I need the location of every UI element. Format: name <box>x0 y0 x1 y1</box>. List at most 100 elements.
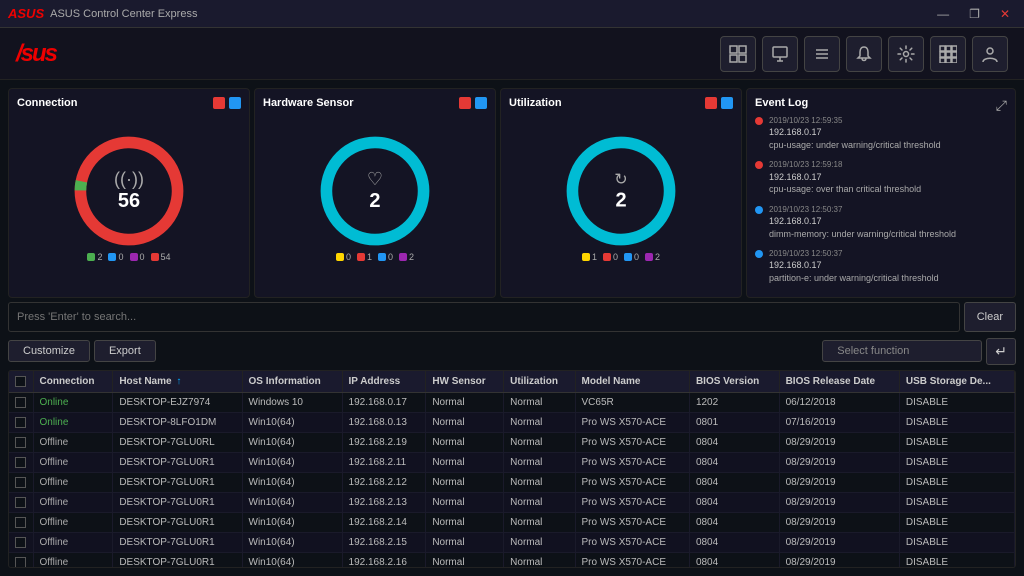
row-checkbox-cell[interactable] <box>9 513 33 533</box>
minimize-button[interactable]: — <box>931 5 955 23</box>
table-cell: Pro WS X570-ACE <box>575 433 689 453</box>
row-checkbox-cell[interactable] <box>9 413 33 433</box>
table-cell: Offline <box>33 453 113 473</box>
connection-status: Offline <box>40 437 69 448</box>
table-cell: Normal <box>426 513 504 533</box>
row-checkbox[interactable] <box>15 517 26 528</box>
col-ip[interactable]: IP Address <box>342 371 426 393</box>
table-cell: DESKTOP-7GLU0R1 <box>113 473 242 493</box>
col-utilization[interactable]: Utilization <box>504 371 575 393</box>
expand-icon[interactable]: ⤢ <box>996 97 1007 114</box>
table-cell: DISABLE <box>899 453 1014 473</box>
table-cell: DESKTOP-7GLU0R1 <box>113 453 242 473</box>
connection-center: ((·)) 56 <box>114 169 144 213</box>
table-cell: DISABLE <box>899 473 1014 493</box>
row-checkbox-cell[interactable] <box>9 533 33 553</box>
event-msg-2: dimm-memory: under warning/critical thre… <box>769 228 956 241</box>
user-icon[interactable] <box>972 36 1008 72</box>
connection-icon-1[interactable] <box>213 97 225 109</box>
col-hostname[interactable]: Host Name ↑ <box>113 371 242 393</box>
col-model[interactable]: Model Name <box>575 371 689 393</box>
col-hwsensor[interactable]: HW Sensor <box>426 371 504 393</box>
row-checkbox[interactable] <box>15 497 26 508</box>
col-bios-date[interactable]: BIOS Release Date <box>779 371 899 393</box>
hw-icon-2[interactable] <box>475 97 487 109</box>
table-cell: DESKTOP-7GLU0R1 <box>113 513 242 533</box>
maximize-button[interactable]: ❐ <box>963 5 986 23</box>
table-cell: 0804 <box>689 453 779 473</box>
settings-icon[interactable] <box>888 36 924 72</box>
hw-legend-red-label: 1 <box>367 252 372 262</box>
row-checkbox[interactable] <box>15 437 26 448</box>
table-cell: DISABLE <box>899 513 1014 533</box>
row-checkbox-cell[interactable] <box>9 433 33 453</box>
table-cell: DESKTOP-7GLU0RL <box>113 433 242 453</box>
legend-item-purple: 0 <box>130 252 145 262</box>
hw-legend-blue-label: 0 <box>388 252 393 262</box>
row-checkbox[interactable] <box>15 457 26 468</box>
table-cell: 0804 <box>689 553 779 569</box>
table-cell: DESKTOP-7GLU0R1 <box>113 533 242 553</box>
util-legend-purple-label: 2 <box>655 252 660 262</box>
table-cell: Online <box>33 393 113 413</box>
grid-icon[interactable] <box>930 36 966 72</box>
nav-icons <box>720 36 1008 72</box>
table-cell: 192.168.0.17 <box>342 393 426 413</box>
row-checkbox-cell[interactable] <box>9 473 33 493</box>
col-os[interactable]: OS Information <box>242 371 342 393</box>
hw-legend: 0 1 0 2 <box>336 252 414 262</box>
util-legend-yellow: 1 <box>582 252 597 262</box>
row-checkbox[interactable] <box>15 417 26 428</box>
row-checkbox-cell[interactable] <box>9 393 33 413</box>
table-cell: Pro WS X570-ACE <box>575 513 689 533</box>
util-icon-2[interactable] <box>721 97 733 109</box>
table-cell: Pro WS X570-ACE <box>575 473 689 493</box>
connection-icon-2[interactable] <box>229 97 241 109</box>
table-cell: Offline <box>33 473 113 493</box>
hw-icon-1[interactable] <box>459 97 471 109</box>
hardware-sensor-widget: Hardware Sensor ♡ 2 <box>254 88 496 298</box>
list-icon[interactable] <box>804 36 840 72</box>
hw-legend-yellow: 0 <box>336 252 351 262</box>
select-function-dropdown[interactable]: Select function <box>822 340 982 362</box>
monitor-icon[interactable] <box>762 36 798 72</box>
clear-button[interactable]: Clear <box>964 302 1016 332</box>
col-usb[interactable]: USB Storage De... <box>899 371 1014 393</box>
event-time-2: 2019/10/23 12:50:37 <box>769 204 956 215</box>
row-checkbox[interactable] <box>15 537 26 548</box>
row-checkbox[interactable] <box>15 397 26 408</box>
util-icon-1[interactable] <box>705 97 717 109</box>
event-item-1: 2019/10/23 12:59:18 192.168.0.17 cpu-usa… <box>755 159 1007 195</box>
table-cell: Pro WS X570-ACE <box>575 413 689 433</box>
row-checkbox[interactable] <box>15 477 26 488</box>
table-cell: Normal <box>504 553 575 569</box>
select-all-checkbox[interactable] <box>15 376 26 387</box>
util-legend-purple: 2 <box>645 252 660 262</box>
table-cell: Win10(64) <box>242 433 342 453</box>
titlebar-controls: — ❐ ✕ <box>931 5 1016 23</box>
table-cell: Win10(64) <box>242 553 342 569</box>
table-cell: Pro WS X570-ACE <box>575 493 689 513</box>
row-checkbox-cell[interactable] <box>9 553 33 569</box>
event-time-0: 2019/10/23 12:59:35 <box>769 115 941 126</box>
close-button[interactable]: ✕ <box>994 5 1016 23</box>
dashboard-icon[interactable] <box>720 36 756 72</box>
event-text-1: 2019/10/23 12:59:18 192.168.0.17 cpu-usa… <box>769 159 921 195</box>
export-button[interactable]: Export <box>94 340 156 362</box>
row-checkbox[interactable] <box>15 557 26 568</box>
row-checkbox-cell[interactable] <box>9 493 33 513</box>
util-widget-icons <box>705 97 733 109</box>
col-bios[interactable]: BIOS Version <box>689 371 779 393</box>
customize-button[interactable]: Customize <box>8 340 90 362</box>
hw-legend-purple: 2 <box>399 252 414 262</box>
table-cell: VC65R <box>575 393 689 413</box>
row-checkbox-cell[interactable] <box>9 453 33 473</box>
apply-button[interactable]: ↵ <box>986 338 1016 365</box>
col-connection[interactable]: Connection <box>33 371 113 393</box>
event-host-3: 192.168.0.17 <box>769 259 939 272</box>
search-input[interactable] <box>8 302 960 332</box>
bell-icon[interactable] <box>846 36 882 72</box>
event-text-3: 2019/10/23 12:50:37 192.168.0.17 partiti… <box>769 248 939 284</box>
col-checkbox[interactable] <box>9 371 33 393</box>
table-cell: Offline <box>33 553 113 569</box>
